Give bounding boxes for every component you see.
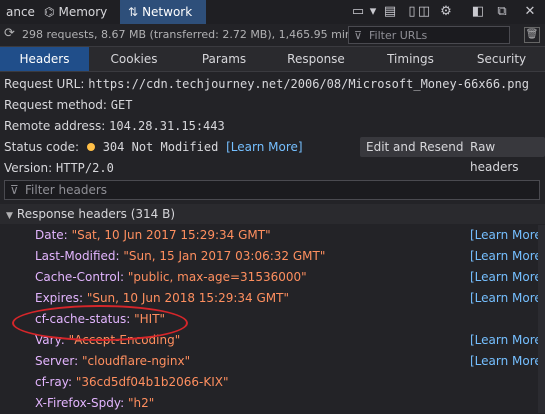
filter-icon: ⊽ [354,29,363,42]
network-icon: ⇅ [128,5,139,19]
response-headers-section[interactable]: ▼ Response headers (314 B) [0,204,545,224]
remote-address-value: 104.28.31.15:443 [109,119,225,133]
tab-memory[interactable]: ⌬ Memory [36,0,115,24]
tab-timings[interactable]: Timings [363,47,458,71]
header-value: "cloudflare-nginx" [82,354,191,368]
tab-security[interactable]: Security [458,47,545,71]
header-row-content: cf-ray: "36cd5df04b1b2066-KIX" [35,372,229,393]
header-row-content: X-Firefox-Spdy: "h2" [35,393,154,414]
status-code-row: Status code: 304 Not Modified [Learn Mor… [4,140,303,154]
header-row-content: Server: "cloudflare-nginx" [35,351,190,372]
header-row: X-Firefox-Spdy: "h2" [0,393,545,414]
remote-address-row: Remote address: 104.28.31.15:443 [4,119,225,133]
status-code-value: 304 Not Modified [102,140,219,154]
status-indicator-icon [86,143,95,151]
version-row: Version: HTTP/2.0 [4,161,114,175]
dock-dropdown-icon[interactable]: ▾ [368,4,378,20]
header-name: Expires: [35,291,83,305]
memory-icon: ⌬ [44,5,55,19]
header-name: Last-Modified: [35,249,120,263]
header-value: "h2" [127,396,155,410]
close-icon[interactable]: ✕ [522,4,538,20]
dock-icon[interactable]: ▭ [350,4,366,20]
devtools-toolbar: ance ⌬ Memory ⇅ Network ▭ ▾ ▤ ▯ ◫ ⚙ ◧ ⧉ ✕ [0,0,545,25]
header-name: cf-ray: [35,375,73,389]
header-value: "Sat, 10 Jun 2017 15:29:34 GMT" [71,228,271,242]
header-value: "Sun, 15 Jan 2017 03:06:32 GMT" [123,249,326,263]
header-row: Date: "Sat, 10 Jun 2017 15:29:34 GMT" [L… [0,225,545,246]
request-method-label: Request method: [4,98,107,112]
header-learn-more-link[interactable]: [Learn More] [470,225,545,246]
raw-headers-button[interactable]: Raw headers [464,137,545,174]
header-learn-more-link[interactable]: [Learn More] [470,246,545,267]
request-url-value: https://cdn.techjourney.net/2006/08/Micr… [88,77,529,91]
header-name: Date: [35,228,68,242]
header-name: Cache-Control: [35,270,125,284]
request-url-row: Request URL: https://cdn.techjourney.net… [4,77,529,91]
filter-headers-input[interactable]: ⊽ Filter headers [4,180,540,200]
request-method-value: GET [110,98,133,112]
split-console-icon[interactable]: ▤ [382,4,398,20]
dock-side-icon[interactable]: ◧ [470,4,486,20]
status-learn-more-link[interactable]: [Learn More] [226,140,302,154]
response-headers-title: Response headers (314 B) [16,207,176,221]
header-row-content: Cache-Control: "public, max-age=31536000… [35,267,307,288]
header-learn-more-link[interactable]: [Learn More] [470,288,545,309]
version-label: Version: [4,161,53,175]
tab-cookies[interactable]: Cookies [89,47,179,71]
header-row-content: Last-Modified: "Sun, 15 Jan 2017 03:06:3… [35,246,325,267]
header-learn-more-link[interactable]: [Learn More] [470,351,545,372]
header-row: Server: "cloudflare-nginx" [Learn More] [0,351,545,372]
filter-urls-input[interactable]: ⊽ Filter URLs [348,26,510,44]
settings-gear-icon[interactable]: ⚙ [438,4,454,20]
tab-params[interactable]: Params [179,47,269,71]
version-value: HTTP/2.0 [56,161,114,175]
reload-icon[interactable]: ⟳ [4,27,18,41]
header-value: "Sun, 10 Jun 2018 15:29:34 GMT" [86,291,290,305]
status-code-label: Status code: [4,140,80,154]
annotation-highlight-ellipse [12,305,188,341]
header-name: Server: [35,354,79,368]
request-url-label: Request URL: [4,77,85,91]
request-summary: 298 requests, 8.67 MB (transferred: 2.72… [22,28,352,41]
network-status-bar: ⟳ 298 requests, 8.67 MB (transferred: 2.… [0,24,545,47]
filter-headers-placeholder: Filter headers [25,183,108,197]
tab-performance-label: ance [6,5,35,19]
header-learn-more-link[interactable]: [Learn More] [470,330,545,351]
clear-requests-icon[interactable]: 🗑 [524,27,540,43]
filter-icon: ⊽ [10,183,19,197]
header-value: "public, max-age=31536000" [127,270,307,284]
tab-network-label: Network [142,5,193,19]
vertical-scrollbar[interactable] [538,225,545,413]
header-row: Last-Modified: "Sun, 15 Jan 2017 03:06:3… [0,246,545,267]
header-value: "36cd5df04b1b2066-KIX" [75,375,229,389]
header-name: X-Firefox-Spdy: [35,396,125,410]
header-row: cf-ray: "36cd5df04b1b2066-KIX" [0,372,545,393]
request-method-row: Request method: GET [4,98,132,112]
header-learn-more-link[interactable]: [Learn More] [470,267,545,288]
details-tabs: Headers Cookies Params Response Timings … [0,47,545,72]
header-row-content: Date: "Sat, 10 Jun 2017 15:29:34 GMT" [35,225,271,246]
tab-headers[interactable]: Headers [0,47,89,71]
tab-network[interactable]: ⇅ Network [120,0,206,24]
remote-address-label: Remote address: [4,119,106,133]
tab-response[interactable]: Response [269,47,363,71]
header-row: Cache-Control: "public, max-age=31536000… [0,267,545,288]
edit-and-resend-button[interactable]: Edit and Resend [360,137,470,157]
filter-urls-placeholder: Filter URLs [369,29,428,42]
tab-memory-label: Memory [58,5,108,19]
collapse-triangle-icon: ▼ [6,211,13,221]
separate-window-icon[interactable]: ⧉ [494,4,510,20]
screenshot-icon[interactable]: ◫ [416,4,432,20]
